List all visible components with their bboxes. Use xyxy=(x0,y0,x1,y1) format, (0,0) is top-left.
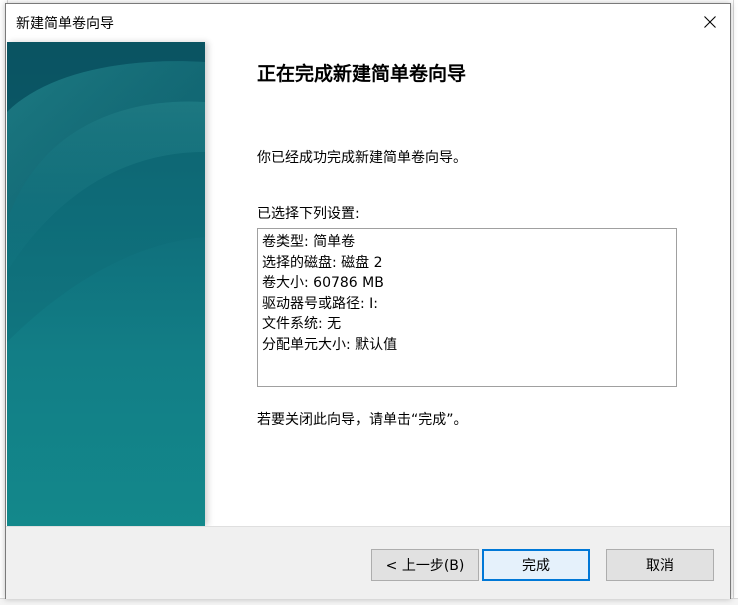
dialog-footer: < 上一步(B) 完成 取消 xyxy=(6,526,730,599)
close-icon xyxy=(704,16,716,28)
new-simple-volume-wizard-dialog: 新建简单卷向导 正在完成新建简单卷向导 你已经成功完成新建简单卷向导。 已选择下… xyxy=(5,3,731,599)
setting-allocation-unit-size: 分配单元大小: 默认值 xyxy=(262,336,398,353)
finish-button[interactable]: 完成 xyxy=(482,549,590,581)
background-window-bottom-edge xyxy=(0,598,738,605)
page-heading: 正在完成新建简单卷向导 xyxy=(257,63,467,85)
completion-description: 你已经成功完成新建简单卷向导。 xyxy=(257,150,467,166)
close-button[interactable] xyxy=(690,4,730,40)
dialog-titlebar[interactable]: 新建简单卷向导 xyxy=(6,4,730,40)
setting-drive-letter: 驱动器号或路径: I: xyxy=(262,295,379,312)
setting-file-system: 文件系统: 无 xyxy=(262,316,342,332)
background-window-right-edge xyxy=(733,0,738,605)
close-instruction: 若要关闭此向导，请单击“完成”。 xyxy=(257,412,468,428)
selected-settings-textbox[interactable]: 卷类型: 简单卷 选择的磁盘: 磁盘 2 卷大小: 60786 MB 驱动器号或… xyxy=(257,228,677,387)
wizard-side-banner xyxy=(7,42,205,526)
cancel-button[interactable]: 取消 xyxy=(606,549,714,581)
setting-volume-size: 卷大小: 60786 MB xyxy=(262,275,384,291)
setting-selected-disk: 选择的磁盘: 磁盘 2 xyxy=(262,254,383,271)
back-button[interactable]: < 上一步(B) xyxy=(371,549,479,581)
dialog-title: 新建简单卷向导 xyxy=(16,16,114,32)
banner-swoosh-graphic xyxy=(7,42,205,342)
setting-volume-type: 卷类型: 简单卷 xyxy=(262,234,356,250)
settings-label: 已选择下列设置: xyxy=(257,206,360,222)
